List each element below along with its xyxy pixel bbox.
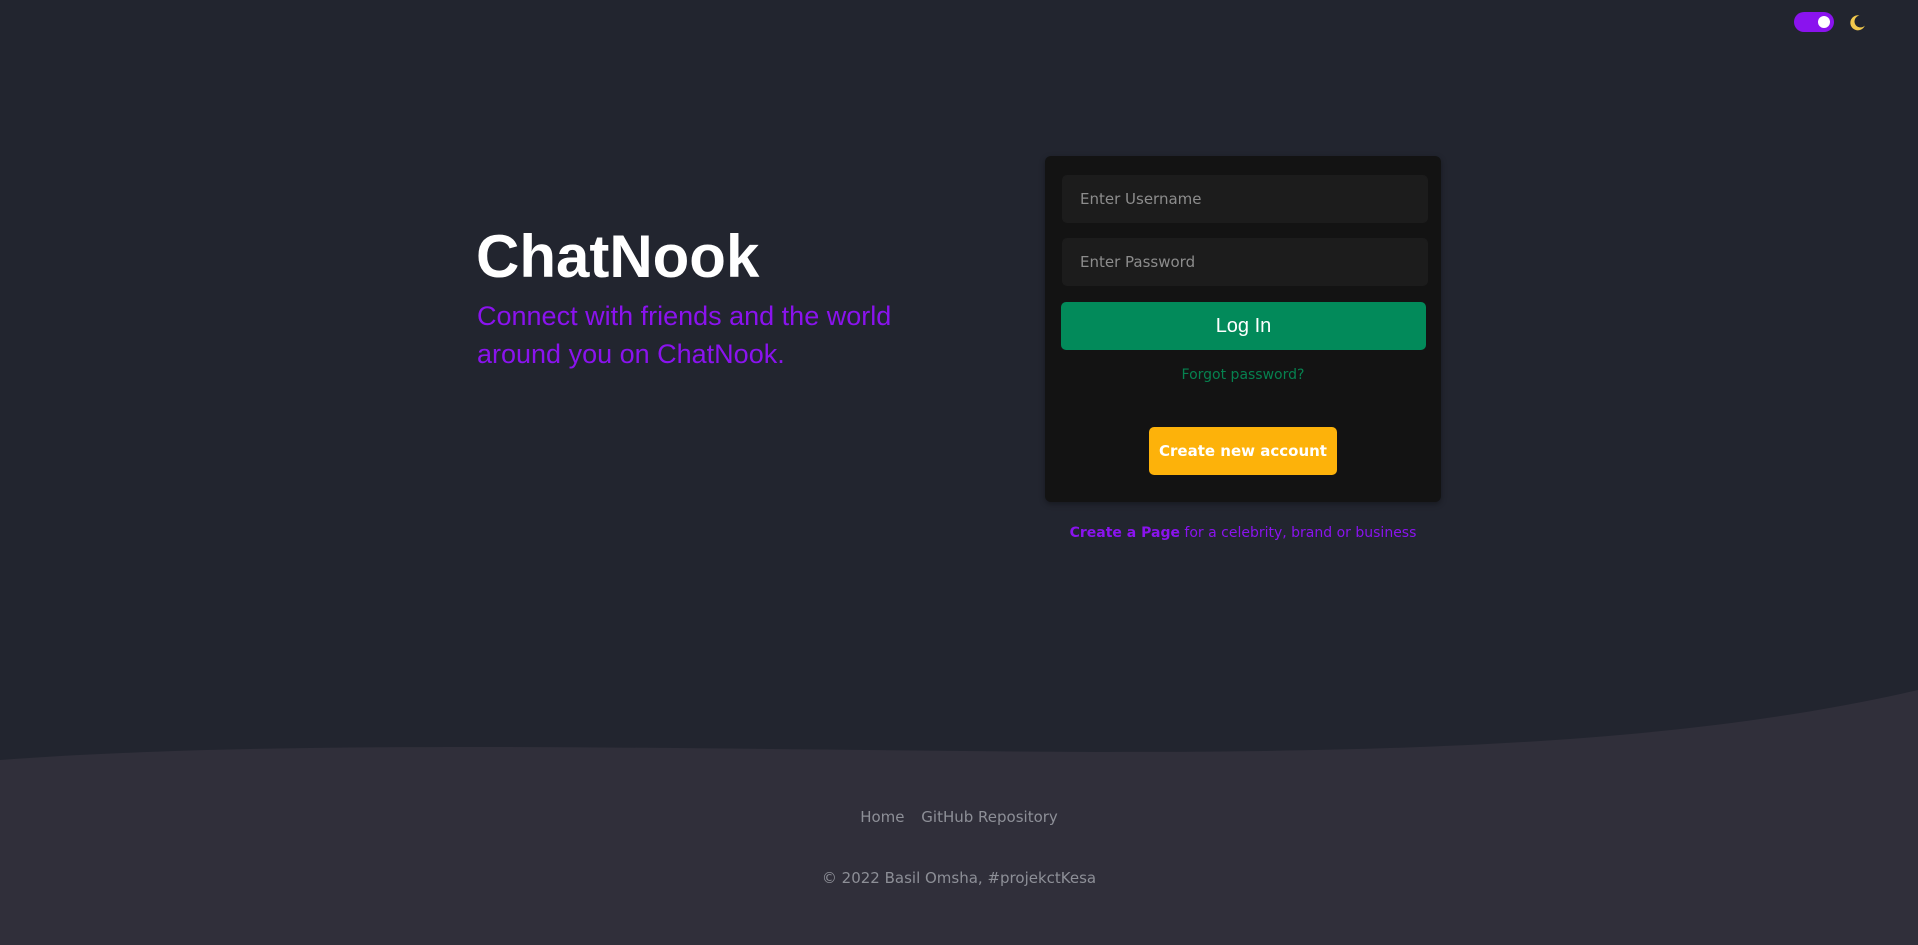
theme-toggle-switch[interactable] — [1794, 12, 1834, 32]
login-card: Log In Forgot password? Create new accou… — [1045, 156, 1441, 502]
toggle-knob — [1818, 16, 1830, 28]
create-account-button[interactable]: Create new account — [1149, 427, 1337, 475]
moon-icon — [1850, 15, 1865, 31]
footer-links: Home GitHub Repository — [0, 808, 1918, 826]
password-input[interactable] — [1062, 238, 1428, 286]
username-input[interactable] — [1062, 175, 1428, 223]
login-button[interactable]: Log In — [1061, 302, 1426, 350]
app-title: ChatNook — [476, 223, 760, 290]
forgot-password-link[interactable]: Forgot password? — [1045, 367, 1441, 383]
footer-link-github[interactable]: GitHub Repository — [921, 808, 1058, 826]
footer-link-home[interactable]: Home — [860, 808, 904, 826]
login-page: ChatNook Connect with friends and the wo… — [0, 0, 1918, 945]
create-page-link[interactable]: Create a Page — [1070, 525, 1180, 541]
create-page-text: Create a Page for a celebrity, brand or … — [1045, 525, 1441, 541]
app-tagline: Connect with friends and the world aroun… — [477, 301, 892, 369]
footer-copyright: © 2022 Basil Omsha, #projekctKesa — [821, 869, 1097, 887]
create-page-suffix: for a celebrity, brand or business — [1179, 525, 1417, 541]
